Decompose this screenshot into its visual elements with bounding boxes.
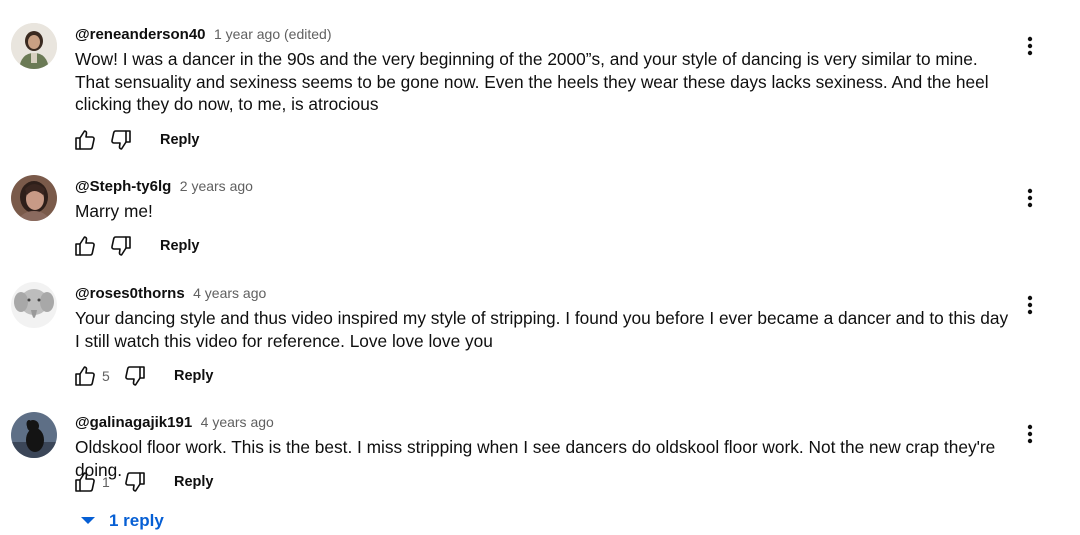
comment-text: Oldskool floor work. This is the best. I… [75,437,996,480]
avatar[interactable] [11,412,57,458]
comment-author[interactable]: @galinagajik191 [75,414,192,431]
like-button[interactable] [72,469,98,495]
more-vertical-icon [1027,424,1033,444]
replies-label: 1 reply [109,511,164,530]
dislike-button[interactable] [122,469,148,495]
like-count: 1 [102,474,110,490]
view-replies-button[interactable]: 1 reply [78,509,164,533]
reply-button[interactable]: Reply [174,474,214,490]
thumbs-up-icon [75,472,95,492]
comment-item: @galinagajik191 4 years ago Oldskool flo… [0,0,1080,500]
comment-menu-button[interactable] [1021,421,1039,447]
thumbs-down-icon [125,472,145,492]
caret-down-icon [81,517,95,524]
comment-timestamp[interactable]: 4 years ago [201,414,274,430]
dog-avatar-icon [11,412,57,458]
